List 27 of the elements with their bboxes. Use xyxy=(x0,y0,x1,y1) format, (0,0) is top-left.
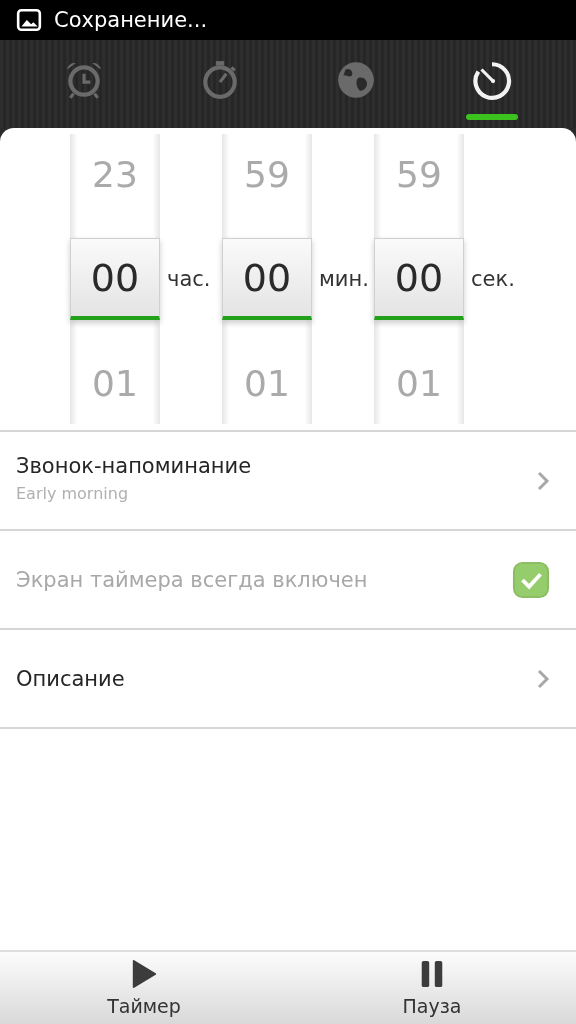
setting-title: Описание xyxy=(16,666,126,691)
picker-value: 59 xyxy=(396,154,442,195)
picker-selected-value[interactable]: 00 xyxy=(70,238,160,320)
picker-selected-value[interactable]: 00 xyxy=(374,238,464,320)
picker-value: 23 xyxy=(92,154,138,195)
timer-icon xyxy=(471,59,513,101)
action-button[interactable]: Таймер xyxy=(0,952,288,1024)
settings-row[interactable]: Звонок-напоминание Early morning xyxy=(0,432,576,531)
unit-label: час. xyxy=(166,267,212,291)
chevron-icon xyxy=(536,469,550,492)
image-icon xyxy=(16,7,42,33)
setting-title: Экран таймера всегда включен xyxy=(16,567,369,592)
status-text: Сохранение... xyxy=(54,8,208,32)
chevron-icon xyxy=(536,667,550,690)
picker-value: 01 xyxy=(244,363,290,404)
picker-value: 01 xyxy=(396,363,442,404)
play-icon xyxy=(130,959,158,989)
picker-value: 59 xyxy=(244,154,290,195)
action-button[interactable]: Пауза xyxy=(288,952,576,1024)
picker-value: 01 xyxy=(92,363,138,404)
globe-icon xyxy=(335,59,377,101)
settings-row[interactable]: Описание xyxy=(0,630,576,729)
unit-label: мин. xyxy=(318,267,370,291)
unit-label: сек. xyxy=(470,267,516,291)
setting-subtitle: Early morning xyxy=(16,484,130,503)
picker-selected-value[interactable]: 00 xyxy=(222,238,312,320)
setting-title: Звонок-напоминание xyxy=(16,454,253,478)
